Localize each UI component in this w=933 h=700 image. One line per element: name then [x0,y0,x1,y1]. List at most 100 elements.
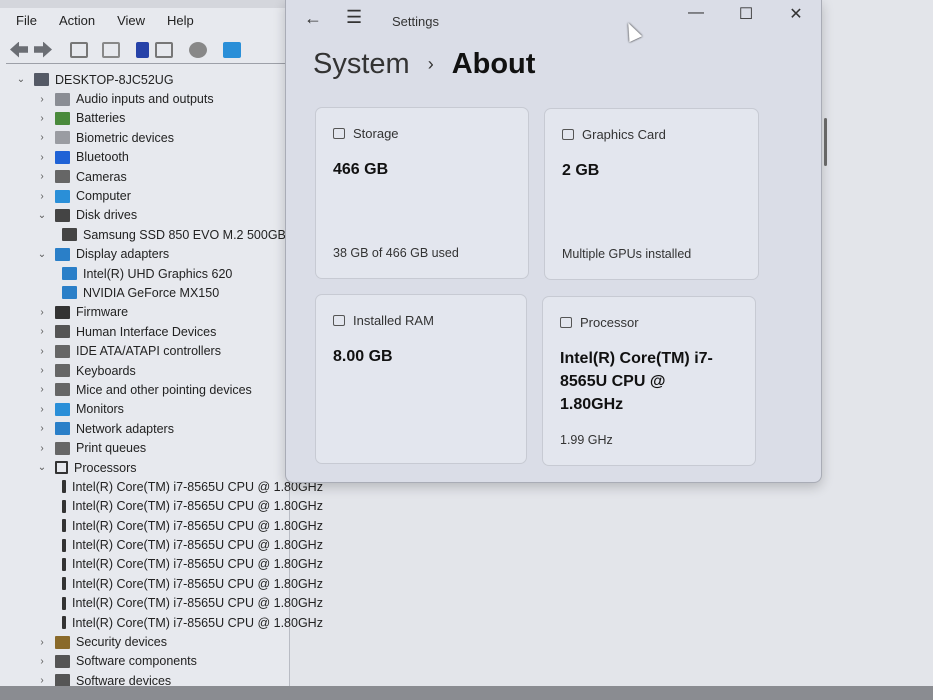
tree-item[interactable]: › Mice and other pointing devices [14,380,290,399]
processor-icon [62,499,66,513]
tree-item[interactable]: Intel(R) Core(TM) i7-8565U CPU @ 1.80GHz [14,516,323,535]
tree-item[interactable]: Intel(R) Core(TM) i7-8565U CPU @ 1.80GHz [14,477,323,496]
tree-item[interactable]: › Computer [14,186,290,205]
display-adapter-icon [62,286,77,300]
processor-icon [62,577,66,591]
tree-item[interactable]: Intel(R) Core(TM) i7-8565U CPU @ 1.80GHz [14,613,323,632]
card-value: 2 GB [562,162,600,179]
chevron-right-icon[interactable]: › [35,656,49,667]
chevron-right-icon[interactable]: › [35,423,49,434]
tree-item[interactable]: Intel(R) Core(TM) i7-8565U CPU @ 1.80GHz [14,535,323,554]
back-arrow-icon[interactable]: ← [304,8,322,29]
chevron-right-icon[interactable]: › [35,637,49,648]
chevron-right-icon[interactable]: › [35,307,49,318]
scan-hardware-icon[interactable] [189,41,207,58]
tree-item[interactable]: › Firmware [14,303,290,322]
tree-item-label: Keyboards [76,363,136,378]
chevron-right-icon[interactable]: › [35,326,49,337]
breadcrumb-system[interactable]: System [313,48,410,81]
chevron-down-icon[interactable]: ⌄ [14,74,28,85]
chevron-right-icon[interactable]: › [35,94,49,105]
hamburger-menu-icon[interactable]: ☰ [346,7,362,28]
tree-item[interactable]: › Security devices [14,632,290,651]
update-driver-icon[interactable] [102,41,120,58]
tree-item[interactable]: › Audio inputs and outputs [14,89,290,108]
tree-item-label: Intel(R) Core(TM) i7-8565U CPU @ 1.80GHz [72,557,323,572]
tree-item[interactable]: › Software components [14,652,290,671]
chevron-right-icon[interactable]: › [35,132,49,143]
card-subtext: 1.99 GHz [560,433,613,447]
tree-item[interactable]: ⌄ Display adapters [14,245,290,264]
back-icon[interactable] [10,41,28,58]
ram-icon [333,315,345,326]
tree-item[interactable]: › Biometric devices [14,128,290,147]
processor-card[interactable]: Processor Intel(R) Core(TM) i7-8565U CPU… [542,296,756,466]
tree-item[interactable]: › Cameras [14,167,290,186]
chevron-down-icon[interactable]: ⌄ [35,249,49,260]
keyboard-icon [55,364,70,378]
chevron-right-icon[interactable]: › [35,675,49,686]
menu-help[interactable]: Help [156,10,205,34]
tree-item[interactable]: NVIDIA GeForce MX150 [14,283,290,302]
chevron-right-icon[interactable]: › [35,443,49,454]
tree-item[interactable]: › Human Interface Devices [14,322,290,341]
tree-item-label: Software components [76,654,197,669]
card-label: Graphics Card [582,127,666,142]
tree-root[interactable]: ⌄ DESKTOP-8JC52UG [14,70,290,89]
settings-window: ← ☰ Settings — ☐ ✕ System › About Storag… [285,0,827,483]
chevron-right-icon: › [427,54,434,74]
monitor-icon [55,402,70,416]
tree-item[interactable]: › Monitors [14,400,290,419]
card-subtext: Multiple GPUs installed [562,247,692,261]
tree-item[interactable]: › Print queues [14,438,290,457]
minimize-icon[interactable]: — [671,2,721,24]
software-component-icon [55,654,70,668]
scrollbar[interactable] [824,118,827,166]
tree-item[interactable]: Intel(R) Core(TM) i7-8565U CPU @ 1.80GHz [14,497,323,516]
tree-item[interactable]: › IDE ATA/ATAPI controllers [14,341,290,360]
tree-item[interactable]: ⌄ Processors [14,458,290,477]
close-icon[interactable]: ✕ [771,2,821,24]
tree-item[interactable]: › Batteries [14,109,290,128]
tree-item[interactable]: Intel(R) Core(TM) i7-8565U CPU @ 1.80GHz [14,594,323,613]
properties-icon[interactable] [70,41,88,58]
ide-controller-icon [55,344,70,358]
mouse-icon [55,383,70,397]
tree-item-label: Samsung SSD 850 EVO M.2 500GB [83,227,286,242]
card-subtext: 38 GB of 466 GB used [333,246,459,260]
chevron-right-icon[interactable]: › [35,152,49,163]
tree-item[interactable]: Intel(R) Core(TM) i7-8565U CPU @ 1.80GHz [14,574,323,593]
maximize-icon[interactable]: ☐ [721,2,771,24]
disk-drive-icon [55,208,70,222]
chevron-right-icon[interactable]: › [35,346,49,357]
chevron-right-icon[interactable]: › [35,113,49,124]
tree-item[interactable]: › Keyboards [14,361,290,380]
monitor-icon[interactable] [223,41,241,58]
menu-action[interactable]: Action [48,10,106,34]
forward-icon[interactable] [34,41,52,58]
breadcrumb: System › About [313,48,535,81]
chevron-right-icon[interactable]: › [35,404,49,415]
chevron-right-icon[interactable]: › [35,365,49,376]
tree-item[interactable]: › Bluetooth [14,148,290,167]
menu-view[interactable]: View [106,10,156,34]
installed-ram-card[interactable]: Installed RAM 8.00 GB [315,294,527,464]
chevron-down-icon[interactable]: ⌄ [35,462,49,473]
tree-item-label: Cameras [76,169,127,184]
tree-item[interactable]: Intel(R) Core(TM) i7-8565U CPU @ 1.80GHz [14,555,323,574]
storage-card[interactable]: Storage 466 GB 38 GB of 466 GB used [315,107,529,279]
graphics-card-card[interactable]: Graphics Card 2 GB Multiple GPUs install… [544,108,759,280]
tree-item[interactable]: ⌄ Disk drives [14,206,290,225]
tree-item[interactable]: Samsung SSD 850 EVO M.2 500GB [14,225,290,244]
taskbar-edge [0,686,933,700]
help-icon[interactable] [136,41,149,58]
tree-item[interactable]: › Network adapters [14,419,290,438]
chevron-right-icon[interactable]: › [35,191,49,202]
chevron-down-icon[interactable]: ⌄ [35,210,49,221]
view-icon[interactable] [155,41,173,58]
chevron-right-icon[interactable]: › [35,171,49,182]
camera-icon [55,170,70,184]
chevron-right-icon[interactable]: › [35,384,49,395]
tree-item[interactable]: Intel(R) UHD Graphics 620 [14,264,290,283]
menu-file[interactable]: File [6,10,48,34]
